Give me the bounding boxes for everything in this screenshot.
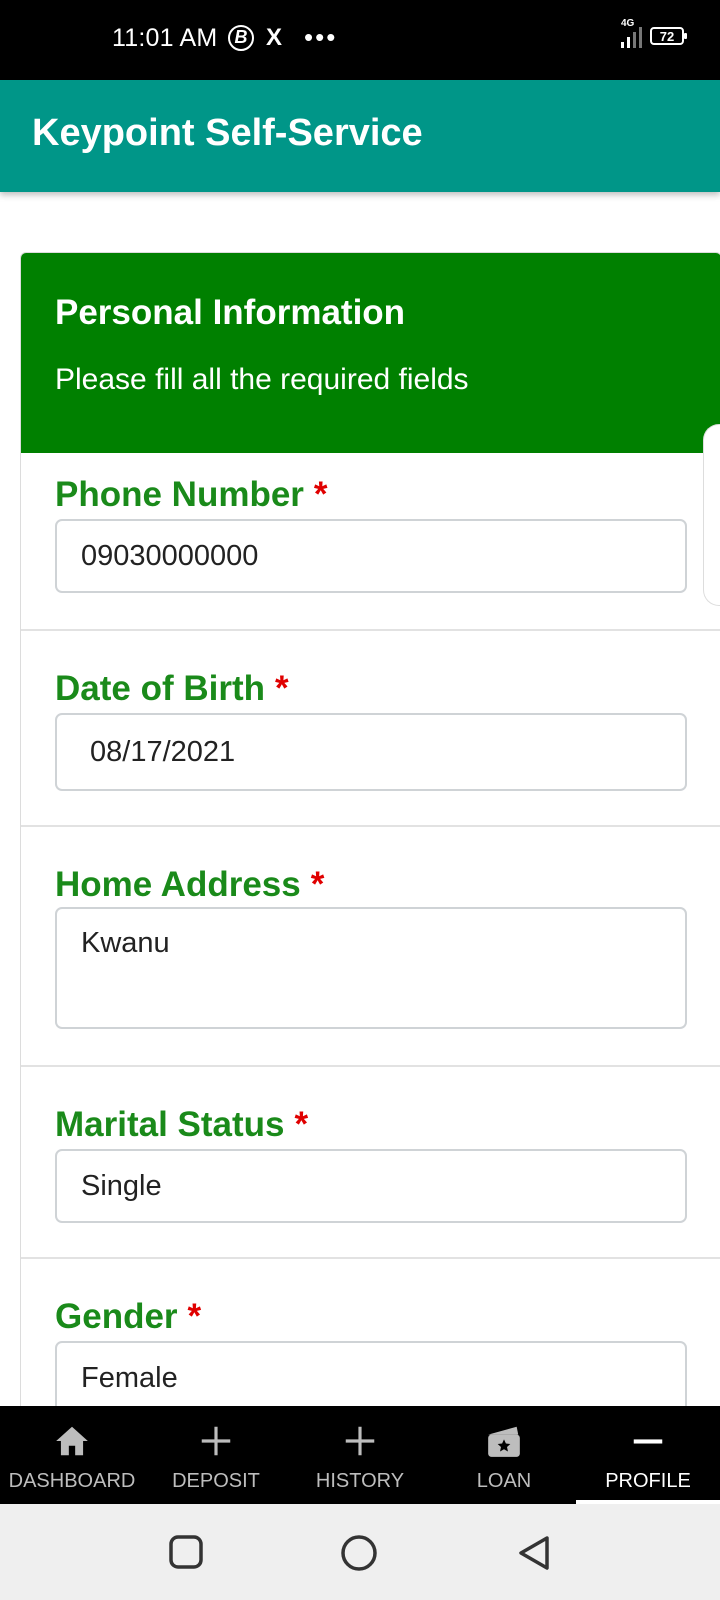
phone-number-field: Phone Number * [21,453,720,631]
nav-history[interactable]: HISTORY [288,1406,432,1504]
required-marker: * [310,865,325,904]
app-bar: Keypoint Self-Service [0,80,720,192]
personal-information-card: Personal Information Please fill all the… [20,252,720,1414]
status-time: 11:01 AM [112,24,218,52]
nav-label: DASHBOARD [8,1470,136,1492]
status-notification-icons: B X ••• [228,22,337,53]
home-icon [53,1422,91,1465]
nav-label: HISTORY [315,1470,405,1492]
gender-field: Gender * [21,1259,720,1413]
network-type: 4G [621,18,635,29]
card-title: Personal Information [55,293,406,332]
nav-profile[interactable]: PROFILE [576,1406,720,1504]
wallet-icon [483,1422,525,1465]
phone-number-input[interactable] [55,519,687,593]
nav-label: DEPOSIT [172,1470,260,1492]
nav-label: PROFILE [605,1470,691,1492]
required-marker: * [294,1105,309,1144]
nav-deposit[interactable]: DEPOSIT [144,1406,288,1504]
marital-status-input[interactable] [55,1149,687,1223]
recent-apps-icon[interactable] [168,1534,204,1575]
required-marker: * [313,475,328,514]
plus-icon [341,1422,379,1465]
field-label-text: Home Address [55,865,301,904]
marital-status-field: Marital Status * [21,1067,720,1259]
field-label: Marital Status * [55,1105,308,1145]
field-label: Date of Birth * [55,669,289,709]
home-address-field: Home Address * Kwanu [21,827,720,1067]
system-navigation-bar [0,1504,720,1600]
status-bar: 11:01 AM B X ••• 4G 72 [0,0,720,80]
field-label: Gender * [55,1297,201,1337]
battery-icon: 72 [650,27,687,45]
battery-level: 72 [659,28,675,44]
nav-label: LOAN [476,1470,532,1492]
signal-icon: 4G [621,18,642,48]
home-circle-icon[interactable] [340,1534,378,1577]
field-label-text: Phone Number [55,475,304,514]
card-subtitle: Please fill all the required fields [55,363,469,396]
home-address-textarea[interactable]: Kwanu [55,907,687,1029]
nav-dashboard[interactable]: DASHBOARD [0,1406,144,1504]
app-title: Keypoint Self-Service [32,112,423,154]
bottom-navigation: DASHBOARD DEPOSIT HISTORY LOAN PROFILE [0,1406,720,1504]
nav-loan[interactable]: LOAN [432,1406,576,1504]
field-label: Home Address * [55,865,324,905]
field-label-text: Marital Status [55,1105,285,1144]
side-drawer-handle[interactable] [703,424,720,606]
gender-input[interactable] [55,1341,687,1413]
plus-icon [197,1422,235,1465]
field-label-text: Gender [55,1297,178,1336]
minus-icon [629,1422,667,1465]
date-of-birth-input[interactable] [55,713,687,791]
date-of-birth-field: Date of Birth * [21,631,720,827]
card-header: Personal Information Please fill all the… [21,253,720,453]
field-label-text: Date of Birth [55,669,265,708]
required-marker: * [187,1297,202,1336]
more-notifications-icon: ••• [304,22,338,52]
x-notification-icon: X [266,23,283,51]
required-marker: * [275,669,289,708]
field-label: Phone Number * [55,475,328,515]
b-notification-icon: B [228,24,254,51]
status-system-icons: 4G 72 [621,18,687,48]
back-icon[interactable] [516,1534,552,1577]
